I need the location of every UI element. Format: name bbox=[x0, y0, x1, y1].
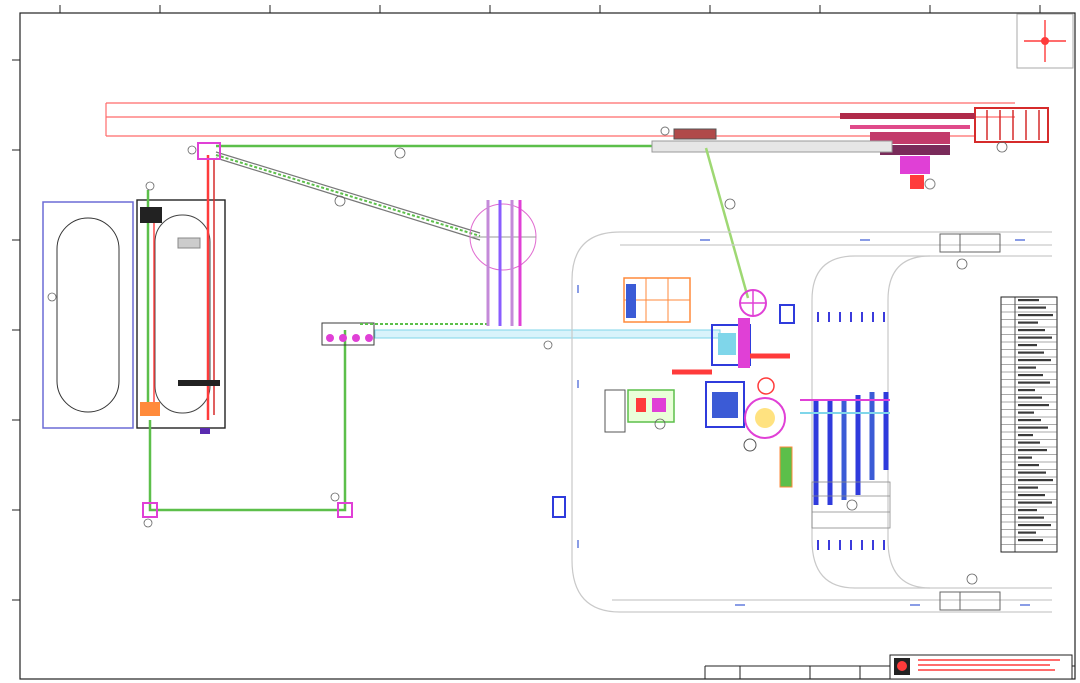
parts-list-entry bbox=[1018, 306, 1046, 309]
parts-list-entry bbox=[1018, 411, 1034, 414]
top-conveyor bbox=[216, 126, 893, 153]
parts-list-entry bbox=[1018, 531, 1036, 534]
blue-lanes bbox=[800, 392, 890, 505]
parts-list-entry bbox=[1018, 329, 1045, 332]
feed-line bbox=[704, 147, 750, 299]
parts-list-entry bbox=[1018, 336, 1052, 339]
parts-list-entry bbox=[1018, 486, 1038, 489]
parts-list-entry bbox=[1018, 524, 1051, 527]
parts-list-entry bbox=[1018, 464, 1039, 467]
parts-list-entry bbox=[1018, 419, 1041, 422]
truck-top bbox=[939, 233, 1001, 253]
parts-list-entry bbox=[1018, 449, 1047, 452]
parts-list-entry bbox=[1018, 396, 1042, 399]
parts-list-entry bbox=[1018, 351, 1044, 354]
incline-conveyor bbox=[215, 151, 481, 241]
parking-bottom bbox=[817, 540, 885, 550]
parts-list-entry bbox=[1018, 321, 1038, 324]
center-pipe bbox=[321, 322, 721, 346]
parts-list-entry bbox=[1018, 389, 1035, 392]
parts-list-entry bbox=[1018, 381, 1050, 384]
logo-icon bbox=[894, 658, 910, 675]
parts-list-entry bbox=[1018, 344, 1037, 347]
parts-list-entry bbox=[1018, 456, 1032, 459]
orange-panel bbox=[623, 277, 691, 323]
silo-group bbox=[469, 200, 537, 326]
parts-list-entry bbox=[1018, 434, 1033, 437]
parts-list-entry bbox=[1018, 471, 1046, 474]
bay-marker bbox=[552, 496, 566, 518]
parts-list-entry bbox=[1018, 366, 1036, 369]
parts-list-entry bbox=[1018, 509, 1037, 512]
callout-circles bbox=[47, 141, 1008, 585]
parts-list-entry bbox=[1018, 374, 1043, 377]
top-red-lines bbox=[105, 102, 1015, 137]
parts-list-entry bbox=[1018, 501, 1052, 504]
parts-list-entry bbox=[1018, 314, 1053, 317]
left-machine bbox=[604, 389, 675, 433]
second-tank bbox=[136, 155, 226, 434]
parts-list-entry bbox=[1018, 479, 1053, 482]
parts-list bbox=[1000, 296, 1058, 553]
pipe-joints bbox=[142, 142, 353, 518]
parts-list-entry bbox=[1018, 359, 1051, 362]
green-piping bbox=[148, 330, 347, 512]
parking-top bbox=[817, 312, 885, 322]
parts-list-entry bbox=[1018, 494, 1045, 497]
grid-box bbox=[811, 481, 891, 529]
parts-list-entry bbox=[1018, 299, 1039, 302]
truck-bottom bbox=[939, 591, 1001, 611]
layout-drawing bbox=[12, 5, 1076, 680]
sheet-border bbox=[19, 12, 1076, 680]
parts-list-entry bbox=[1018, 539, 1043, 542]
parts-list-entry bbox=[1018, 404, 1049, 407]
parts-list-entry bbox=[1018, 426, 1048, 429]
parts-list-entry bbox=[1018, 516, 1044, 519]
left-tank bbox=[42, 201, 134, 429]
title-block bbox=[704, 654, 1075, 680]
compass-rose-icon bbox=[1016, 13, 1074, 69]
parts-list-entry bbox=[1018, 441, 1040, 444]
